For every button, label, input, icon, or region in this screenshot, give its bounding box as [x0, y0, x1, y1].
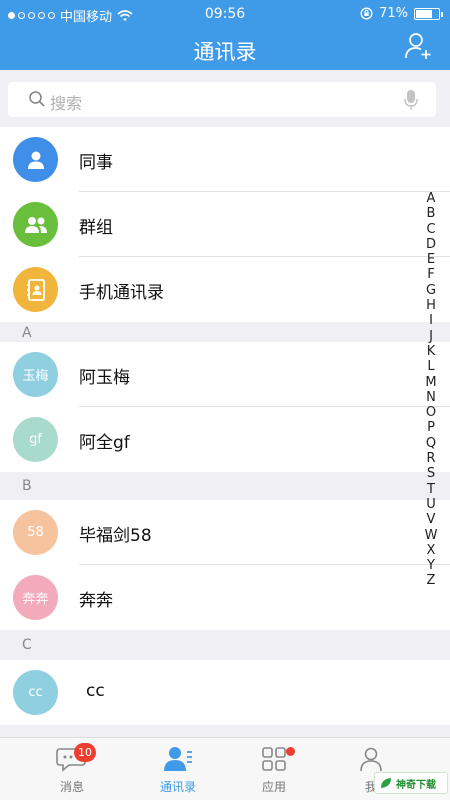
index-letter-g[interactable]: G	[424, 283, 438, 298]
search-area: 搜索	[0, 70, 450, 127]
index-letter-j[interactable]: J	[424, 329, 438, 344]
battery-icon	[414, 7, 443, 20]
avatar: cc	[13, 670, 58, 715]
contact-name: cc	[86, 681, 105, 701]
section-header: B	[0, 472, 450, 500]
microphone-icon[interactable]	[404, 89, 418, 111]
contact-row[interactable]: 玉梅 阿玉梅	[0, 342, 450, 407]
list-item-groups[interactable]: 群组	[0, 192, 450, 257]
avatar: 玉梅	[13, 352, 58, 397]
contacts-icon	[164, 747, 192, 771]
contact-name: 阿全gf	[79, 433, 130, 453]
battery-percent: 71%	[379, 6, 408, 21]
avatar: 58	[13, 510, 58, 555]
index-letter-w[interactable]: W	[424, 528, 438, 543]
avatar: gf	[13, 417, 58, 462]
status-bar: 中国移动 09:56 71%	[0, 0, 450, 28]
index-letter-n[interactable]: N	[424, 390, 438, 405]
section-header: A	[0, 322, 450, 342]
index-letter-h[interactable]: H	[424, 298, 438, 313]
list-item-label: 同事	[79, 153, 113, 173]
index-letter-d[interactable]: D	[424, 237, 438, 252]
contact-row[interactable]: gf 阿全gf	[0, 407, 450, 472]
index-letter-u[interactable]: U	[424, 497, 438, 512]
leaf-icon	[381, 778, 391, 788]
index-letter-f[interactable]: F	[424, 267, 438, 282]
contact-row[interactable]: 58 毕福剑58	[0, 500, 450, 565]
tab-label: 通讯录	[159, 780, 196, 794]
phone-contacts-icon	[13, 267, 58, 312]
page-title: 通讯录	[193, 40, 257, 64]
index-letter-m[interactable]: M	[424, 375, 438, 390]
avatar: 奔奔	[13, 575, 58, 620]
search-placeholder: 搜索	[50, 94, 83, 113]
profile-icon	[360, 747, 382, 772]
index-letter-o[interactable]: O	[424, 405, 438, 420]
colleague-icon	[13, 137, 58, 182]
index-letter-l[interactable]: L	[424, 359, 438, 374]
watermark-text: 神奇下载	[396, 779, 436, 791]
index-letter-v[interactable]: V	[424, 512, 438, 527]
index-letter-z[interactable]: Z	[424, 573, 438, 588]
tab-apps[interactable]: 应用	[234, 746, 314, 795]
index-letter-b[interactable]: B	[424, 206, 438, 221]
index-letter-q[interactable]: Q	[424, 436, 438, 451]
index-letter-i[interactable]: I	[424, 313, 438, 328]
tab-label: 应用	[261, 780, 286, 794]
index-letter-k[interactable]: K	[424, 344, 438, 359]
list-item-label: 手机通讯录	[79, 283, 164, 303]
contact-name: 奔奔	[79, 591, 113, 611]
status-right: 71%	[360, 6, 443, 21]
tab-messages[interactable]: 10 消息	[32, 743, 112, 795]
index-letter-c[interactable]: C	[424, 222, 438, 237]
unread-badge: 10	[74, 743, 96, 762]
nav-header: 中国移动 09:56 71% 通讯录	[0, 0, 450, 70]
tab-contacts[interactable]: 通讯录	[138, 746, 218, 795]
alphabet-index[interactable]: ABCDEFGHIJKLMNOPQRSTUVWXYZ	[424, 191, 438, 589]
search-input[interactable]: 搜索	[8, 82, 436, 117]
contact-row[interactable]: 奔奔 奔奔	[0, 565, 450, 630]
contact-row[interactable]: cc cc	[0, 660, 450, 725]
list-item-label: 群组	[79, 218, 113, 238]
list-item-phone-contacts[interactable]: 手机通讯录	[0, 257, 450, 322]
contact-name: 阿玉梅	[79, 368, 130, 388]
notification-dot	[286, 747, 295, 756]
index-letter-e[interactable]: E	[424, 252, 438, 267]
apps-icon	[262, 747, 286, 771]
index-letter-r[interactable]: R	[424, 451, 438, 466]
index-letter-x[interactable]: X	[424, 543, 438, 558]
index-letter-y[interactable]: Y	[424, 558, 438, 573]
group-icon	[13, 202, 58, 247]
list-item-colleague[interactable]: 同事	[0, 127, 450, 192]
add-contact-icon[interactable]	[404, 31, 434, 61]
section-header: C	[0, 630, 450, 660]
index-letter-a[interactable]: A	[424, 191, 438, 206]
contact-name: 毕福剑58	[79, 526, 152, 546]
index-letter-s[interactable]: S	[424, 466, 438, 481]
watermark-logo: 神奇下载	[374, 772, 448, 794]
tab-label: 消息	[59, 780, 84, 794]
index-letter-p[interactable]: P	[424, 420, 438, 435]
search-icon	[29, 91, 45, 107]
index-letter-t[interactable]: T	[424, 482, 438, 497]
contact-list: 同事 群组 手机通讯录 A 玉梅 阿玉梅 gf 阿全gf B 58 毕福剑58 …	[0, 127, 450, 725]
rotation-lock-icon	[360, 7, 373, 20]
